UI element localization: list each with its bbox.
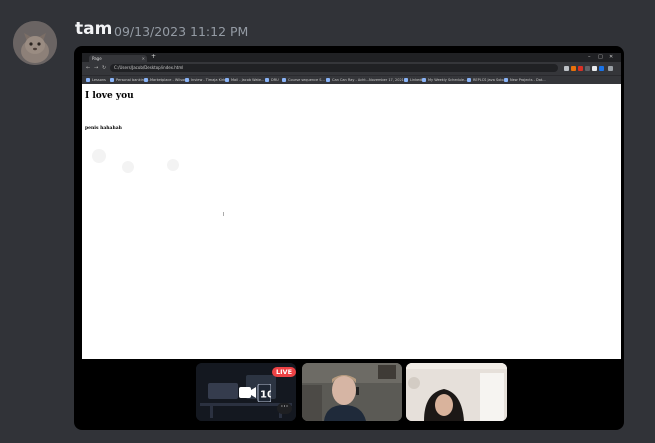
browser-toolbar: ← → ↻ C:/Users/Jacob/Desktop/index.html xyxy=(82,62,621,75)
close-icon[interactable]: ✕ xyxy=(142,55,145,62)
shared-screen[interactable]: Page ✕ + – □ ✕ ← → ↻ C:/Users/Jacob/Desk… xyxy=(82,53,621,359)
bookmark-item[interactable]: Inview - Timaja Kirk... xyxy=(185,77,229,83)
page-text: penis hahahah xyxy=(85,126,122,131)
live-badge: LIVE xyxy=(272,367,297,377)
maximize-icon[interactable]: □ xyxy=(598,53,603,61)
more-options-icon[interactable]: ··· xyxy=(277,403,292,414)
browser-tab-strip: Page ✕ + – □ ✕ xyxy=(82,53,621,62)
faded-artifact xyxy=(167,159,179,171)
participant-video-tile[interactable] xyxy=(406,363,507,421)
page-heading: I love you xyxy=(85,91,134,101)
extension-icon[interactable] xyxy=(571,66,576,71)
bookmark-item[interactable]: Course sequence S... xyxy=(282,77,325,83)
message-timestamp: 09/13/2023 11:12 PM xyxy=(114,24,249,39)
url-text: C:/Users/Jacob/Desktop/index.html xyxy=(114,65,184,70)
bookmark-item[interactable]: November 17, 2021... xyxy=(369,77,407,83)
extension-icon[interactable] xyxy=(578,66,583,71)
bookmark-item[interactable]: DRU xyxy=(265,77,279,83)
bookmark-item[interactable]: Mail - Jacob Wate... xyxy=(225,77,264,83)
browser-tab[interactable]: Page ✕ xyxy=(89,55,147,62)
svg-text:10: 10 xyxy=(260,390,271,401)
extension-icon[interactable] xyxy=(585,66,590,71)
bookmark-item[interactable]: New Projects - Dat... xyxy=(504,77,546,83)
share-icon[interactable] xyxy=(564,66,569,71)
address-bar[interactable]: C:/Users/Jacob/Desktop/index.html xyxy=(110,64,558,72)
webcam-feed xyxy=(406,363,507,421)
kebab-menu-icon[interactable] xyxy=(608,66,613,71)
bookmark-item[interactable]: REPLCS Java Solo... xyxy=(467,77,507,83)
bookmark-item[interactable]: My Weekly Schedule... xyxy=(422,77,467,83)
video-camera-icon: 10 xyxy=(239,384,271,402)
participant-video-tile[interactable] xyxy=(302,363,402,421)
new-tab-icon[interactable]: + xyxy=(151,53,156,60)
minimize-icon[interactable]: – xyxy=(588,53,591,61)
back-icon[interactable]: ← xyxy=(86,65,90,71)
bookmark-item[interactable]: Marketplace - Wilson... xyxy=(144,77,190,83)
bookmark-item[interactable]: Lessons xyxy=(86,77,106,83)
faded-artifact xyxy=(92,149,106,163)
faded-artifact xyxy=(122,161,134,173)
extension-icon[interactable] xyxy=(592,66,597,71)
message-author[interactable]: tam xyxy=(75,19,112,39)
webcam-feed xyxy=(302,363,402,421)
text-cursor-icon: I xyxy=(223,212,225,218)
browser-tab-title: Page xyxy=(92,56,102,61)
bookmark-item[interactable]: Can Can Ray - Acht... xyxy=(326,77,369,83)
reload-icon[interactable]: ↻ xyxy=(102,65,106,71)
window-close-icon[interactable]: ✕ xyxy=(609,53,613,61)
cat-avatar-icon xyxy=(13,21,57,65)
bookmarks-bar: Lessons Personal banking ... Marketplace… xyxy=(82,75,621,84)
profile-icon[interactable] xyxy=(599,66,604,71)
user-avatar[interactable] xyxy=(13,21,57,65)
forward-icon[interactable]: → xyxy=(94,65,98,71)
